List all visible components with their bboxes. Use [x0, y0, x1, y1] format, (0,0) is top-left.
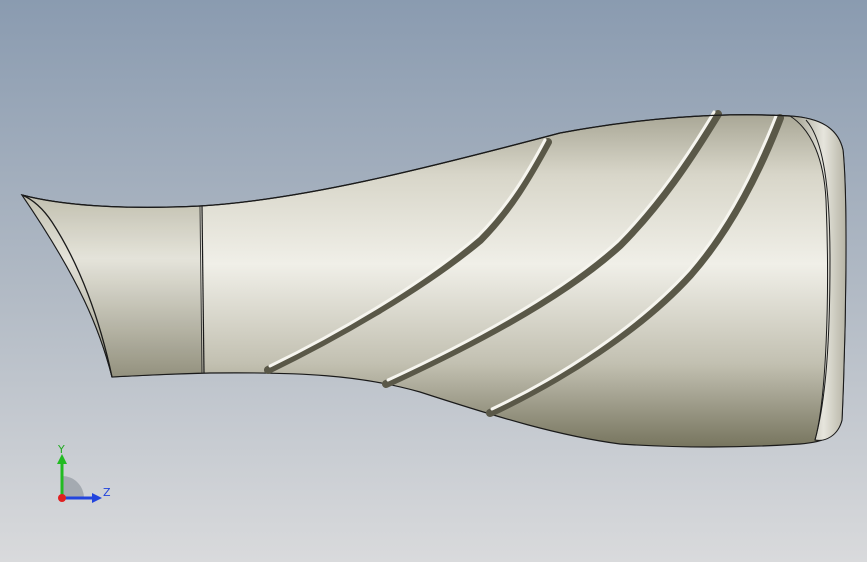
y-axis-label: Y [58, 443, 65, 456]
triad-plane-fill [62, 476, 84, 498]
part-model[interactable] [0, 0, 867, 562]
z-axis-arrow-icon [92, 493, 102, 503]
graphics-viewport[interactable]: Y Z [0, 0, 867, 562]
mouth-flare [20, 194, 203, 378]
z-axis-label: Z [103, 486, 111, 499]
x-axis-dot-icon [58, 494, 66, 502]
